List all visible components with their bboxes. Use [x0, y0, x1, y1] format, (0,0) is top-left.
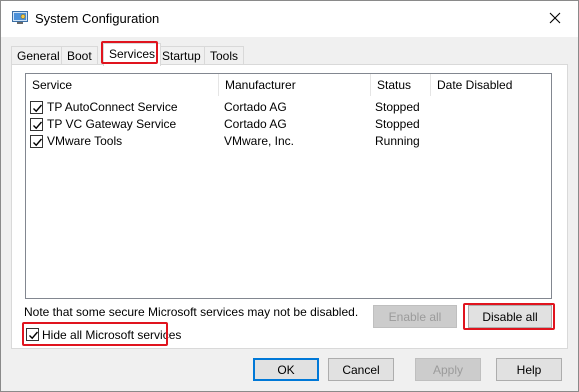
secure-services-note: Note that some secure Microsoft services… — [24, 305, 359, 319]
cancel-button[interactable]: Cancel — [328, 358, 394, 381]
service-checkbox[interactable] — [30, 101, 43, 114]
service-manufacturer: Cortado AG — [224, 117, 287, 131]
service-status: Running — [375, 134, 420, 148]
service-manufacturer: VMware, Inc. — [224, 134, 295, 148]
close-icon — [549, 12, 561, 24]
close-button[interactable] — [538, 5, 572, 31]
service-checkbox[interactable] — [30, 135, 43, 148]
column-header-status[interactable]: Status — [371, 74, 431, 96]
disable-all-button[interactable]: Disable all — [468, 305, 552, 328]
tab-label: Services — [109, 47, 156, 61]
tab-services[interactable]: Services — [103, 43, 162, 66]
table-row[interactable]: VMware Tools VMware, Inc. Running — [26, 133, 551, 150]
service-status: Stopped — [375, 100, 420, 114]
hide-microsoft-services-label: Hide all Microsoft services — [42, 328, 182, 342]
help-button[interactable]: Help — [496, 358, 562, 381]
apply-button[interactable]: Apply — [415, 358, 481, 381]
system-configuration-icon — [12, 11, 28, 25]
services-panel: Service Manufacturer Status Date Disable… — [11, 64, 568, 349]
tab-boot[interactable]: Boot — [61, 46, 98, 65]
tab-general[interactable]: General — [11, 46, 66, 65]
service-manufacturer: Cortado AG — [224, 100, 287, 114]
checkmark-icon — [29, 331, 39, 340]
title-bar[interactable]: System Configuration — [1, 1, 578, 37]
tab-startup[interactable]: Startup — [156, 46, 207, 65]
window-title: System Configuration — [35, 11, 160, 26]
tab-label: Boot — [67, 49, 92, 63]
checkmark-icon — [33, 138, 43, 147]
tab-tools[interactable]: Tools — [204, 46, 245, 65]
column-header-date-disabled[interactable]: Date Disabled — [431, 74, 551, 96]
service-status: Stopped — [375, 117, 420, 131]
service-name: VMware Tools — [47, 134, 123, 148]
service-name: TP AutoConnect Service — [47, 100, 178, 114]
system-configuration-window: System Configuration General Boot Servic… — [0, 0, 579, 392]
table-row[interactable]: TP VC Gateway Service Cortado AG Stopped — [26, 116, 551, 133]
table-row[interactable]: TP AutoConnect Service Cortado AG Stoppe… — [26, 99, 551, 116]
column-header-service[interactable]: Service — [26, 74, 219, 96]
tab-label: Tools — [210, 49, 239, 63]
checkmark-icon — [33, 121, 43, 130]
enable-all-button[interactable]: Enable all — [373, 305, 457, 328]
checkmark-icon — [33, 104, 43, 113]
service-name: TP VC Gateway Service — [47, 117, 177, 131]
service-checkbox[interactable] — [30, 118, 43, 131]
column-header-manufacturer[interactable]: Manufacturer — [219, 74, 371, 96]
ok-button[interactable]: OK — [253, 358, 319, 381]
tab-label: General — [17, 49, 60, 63]
tab-label: Startup — [162, 49, 201, 63]
hide-microsoft-services-checkbox[interactable] — [26, 328, 39, 341]
services-list[interactable]: Service Manufacturer Status Date Disable… — [25, 73, 552, 299]
list-header: Service Manufacturer Status Date Disable… — [26, 74, 551, 96]
